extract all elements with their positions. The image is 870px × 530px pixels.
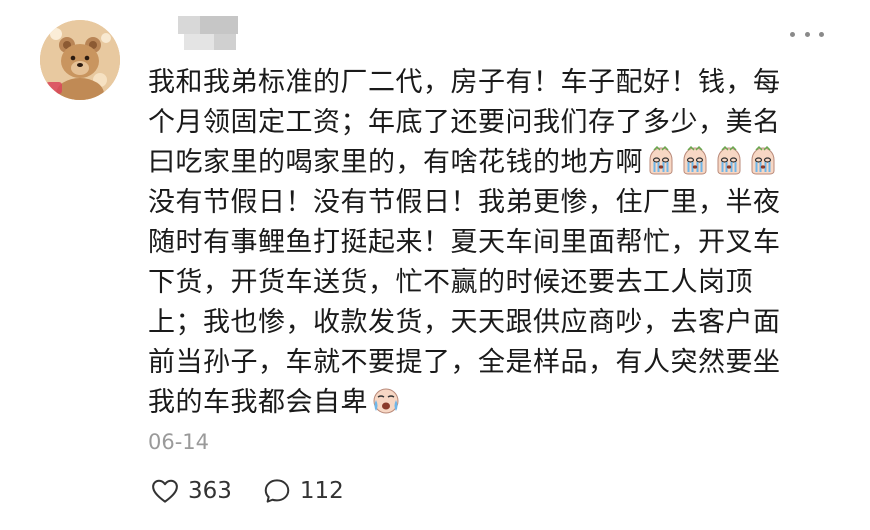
crying-emoji	[649, 145, 673, 175]
post-line-with-emojis: 曰吃家里的喝家里的，有啥花钱的地方啊	[148, 143, 798, 183]
comment-bubble-icon	[264, 479, 290, 503]
post-line: 个月领固定工资；年底了还要问我们存了多少，美名	[148, 107, 781, 138]
post-body: 我和我弟标准的厂二代，房子有！车子配好！钱，每 个月领固定工资；年底了还要问我们…	[148, 63, 798, 423]
post-line: 没有节假日！没有节假日！我弟更惨，住厂里，半夜	[148, 187, 781, 218]
comment-count: 112	[299, 478, 344, 504]
username-mosaic[interactable]	[178, 16, 238, 52]
action-bar: 363 112	[150, 476, 344, 506]
post-line: 上；我也惨，收款发货，天天跟供应商吵，去客户面	[148, 307, 781, 338]
crying-emoji	[683, 145, 707, 175]
post-line: 下货，开货车送货，忙不赢的时候还要去工人岗顶	[148, 267, 753, 298]
post-date: 06-14	[148, 430, 210, 454]
post-line: 我和我弟标准的厂二代，房子有！车子配好！钱，每	[148, 67, 781, 98]
sob-emoji	[373, 388, 399, 414]
post-line: 前当孙子，车就不要提了，全是样品，有人突然要坐	[148, 347, 781, 378]
like-button[interactable]: 363	[150, 476, 232, 506]
comment-button[interactable]: 112	[262, 476, 344, 506]
teddy-bear-icon	[40, 20, 120, 100]
heart-icon	[152, 479, 178, 503]
avatar[interactable]	[40, 20, 120, 100]
post-line-text: 我的车我都会自卑	[148, 387, 368, 418]
more-options-button[interactable]	[790, 24, 824, 44]
crying-emoji	[717, 145, 741, 175]
sob-emoji-slot	[368, 387, 402, 418]
post-line-with-emoji: 我的车我都会自卑	[148, 383, 798, 423]
post-line: 随时有事鲤鱼打挺起来！夏天车间里面帮忙，开叉车	[148, 227, 781, 258]
post-line-text: 曰吃家里的喝家里的，有啥花钱的地方啊	[148, 147, 643, 178]
like-count: 363	[188, 478, 232, 504]
emoji-group	[643, 145, 779, 178]
more-dots-icon	[790, 31, 795, 37]
crying-emoji	[751, 145, 775, 175]
